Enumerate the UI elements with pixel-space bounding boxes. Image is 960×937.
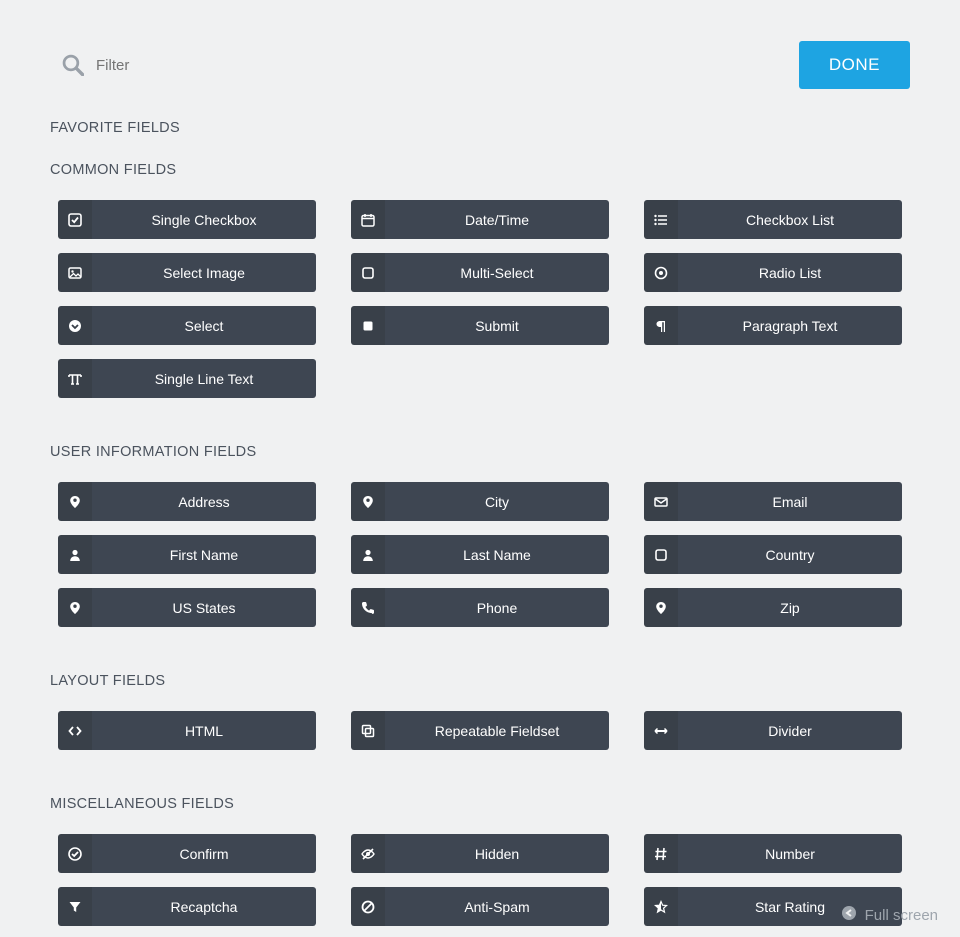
- field-button[interactable]: First Name: [58, 535, 316, 574]
- hash-icon: [644, 834, 678, 873]
- field-label: Single Line Text: [92, 359, 316, 398]
- field-button[interactable]: Checkbox List: [644, 200, 902, 239]
- envelope-icon: [644, 482, 678, 521]
- field-grid-user: Address City Email First Name Last Name Count…: [50, 482, 910, 627]
- field-label: Paragraph Text: [678, 306, 902, 345]
- field-label: City: [385, 482, 609, 521]
- star-half-icon: [644, 887, 678, 926]
- field-button[interactable]: Multi-Select: [351, 253, 609, 292]
- field-label: Anti-Spam: [385, 887, 609, 926]
- field-label: Date/Time: [385, 200, 609, 239]
- field-label: Divider: [678, 711, 902, 750]
- section-heading-common: COMMON FIELDS: [50, 162, 910, 178]
- section-heading-favorite: FAVORITE FIELDS: [50, 120, 910, 136]
- field-button[interactable]: Last Name: [351, 535, 609, 574]
- field-button[interactable]: Number: [644, 834, 902, 873]
- field-button[interactable]: US States: [58, 588, 316, 627]
- copy-icon: [351, 711, 385, 750]
- field-label: First Name: [92, 535, 316, 574]
- map-marker-icon: [58, 588, 92, 627]
- field-button[interactable]: Email: [644, 482, 902, 521]
- field-button[interactable]: Date/Time: [351, 200, 609, 239]
- check-square-icon: [58, 200, 92, 239]
- field-button[interactable]: Paragraph Text: [644, 306, 902, 345]
- full-screen-label: Full screen: [865, 907, 938, 924]
- text-icon: [58, 359, 92, 398]
- field-button[interactable]: Zip: [644, 588, 902, 627]
- field-button[interactable]: Recaptcha: [58, 887, 316, 926]
- field-label: Last Name: [385, 535, 609, 574]
- field-button[interactable]: Confirm: [58, 834, 316, 873]
- field-button[interactable]: Single Line Text: [58, 359, 316, 398]
- field-button[interactable]: Single Checkbox: [58, 200, 316, 239]
- field-button[interactable]: Hidden: [351, 834, 609, 873]
- field-button[interactable]: City: [351, 482, 609, 521]
- field-button[interactable]: Divider: [644, 711, 902, 750]
- field-label: Repeatable Fieldset: [385, 711, 609, 750]
- field-button[interactable]: Anti-Spam: [351, 887, 609, 926]
- field-label: Phone: [385, 588, 609, 627]
- section-heading-misc: MISCELLANEOUS FIELDS: [50, 796, 910, 812]
- field-button[interactable]: Country: [644, 535, 902, 574]
- field-label: Confirm: [92, 834, 316, 873]
- field-button[interactable]: Select: [58, 306, 316, 345]
- filter-input[interactable]: [96, 57, 516, 74]
- done-button[interactable]: DONE: [799, 41, 910, 89]
- field-label: Submit: [385, 306, 609, 345]
- field-button[interactable]: Phone: [351, 588, 609, 627]
- field-button[interactable]: HTML: [58, 711, 316, 750]
- phone-icon: [351, 588, 385, 627]
- field-label: Checkbox List: [678, 200, 902, 239]
- field-label: Country: [678, 535, 902, 574]
- list-icon: [644, 200, 678, 239]
- field-label: Email: [678, 482, 902, 521]
- field-label: Multi-Select: [385, 253, 609, 292]
- section-heading-layout: LAYOUT FIELDS: [50, 673, 910, 689]
- field-button[interactable]: Address: [58, 482, 316, 521]
- calendar-icon: [351, 200, 385, 239]
- field-button[interactable]: Select Image: [58, 253, 316, 292]
- dot-circle-icon: [644, 253, 678, 292]
- field-label: Number: [678, 834, 902, 873]
- map-marker-icon: [644, 588, 678, 627]
- field-label: Select: [92, 306, 316, 345]
- square-icon: [351, 253, 385, 292]
- field-grid-common: Single Checkbox Date/Time Checkbox List Sel…: [50, 200, 910, 398]
- search-icon: [62, 54, 84, 76]
- square-icon: [644, 535, 678, 574]
- collapse-icon: [841, 905, 857, 925]
- square-filled-icon: [351, 306, 385, 345]
- eye-slash-icon: [351, 834, 385, 873]
- field-label: Address: [92, 482, 316, 521]
- full-screen-toggle[interactable]: Full screen: [841, 905, 938, 925]
- code-icon: [58, 711, 92, 750]
- field-label: Single Checkbox: [92, 200, 316, 239]
- field-button[interactable]: Repeatable Fieldset: [351, 711, 609, 750]
- field-label: Radio List: [678, 253, 902, 292]
- field-label: US States: [92, 588, 316, 627]
- field-label: Select Image: [92, 253, 316, 292]
- field-label: Zip: [678, 588, 902, 627]
- map-marker-icon: [351, 482, 385, 521]
- check-circle-icon: [58, 834, 92, 873]
- field-label: Recaptcha: [92, 887, 316, 926]
- field-label: HTML: [92, 711, 316, 750]
- image-icon: [58, 253, 92, 292]
- field-label: Hidden: [385, 834, 609, 873]
- chevron-down-icon: [58, 306, 92, 345]
- field-grid-misc: ConfirmHiddenNumberRecaptchaAnti-SpamSta…: [50, 834, 910, 926]
- field-grid-layout: HTML Repeatable Fieldset Divider: [50, 711, 910, 750]
- field-button[interactable]: Radio List: [644, 253, 902, 292]
- field-button[interactable]: Submit: [351, 306, 609, 345]
- user-icon: [58, 535, 92, 574]
- section-heading-user: USER INFORMATION FIELDS: [50, 444, 910, 460]
- hr-icon: [644, 711, 678, 750]
- map-marker-icon: [58, 482, 92, 521]
- filter-icon: [58, 887, 92, 926]
- ban-icon: [351, 887, 385, 926]
- pilcrow-icon: [644, 306, 678, 345]
- user-icon: [351, 535, 385, 574]
